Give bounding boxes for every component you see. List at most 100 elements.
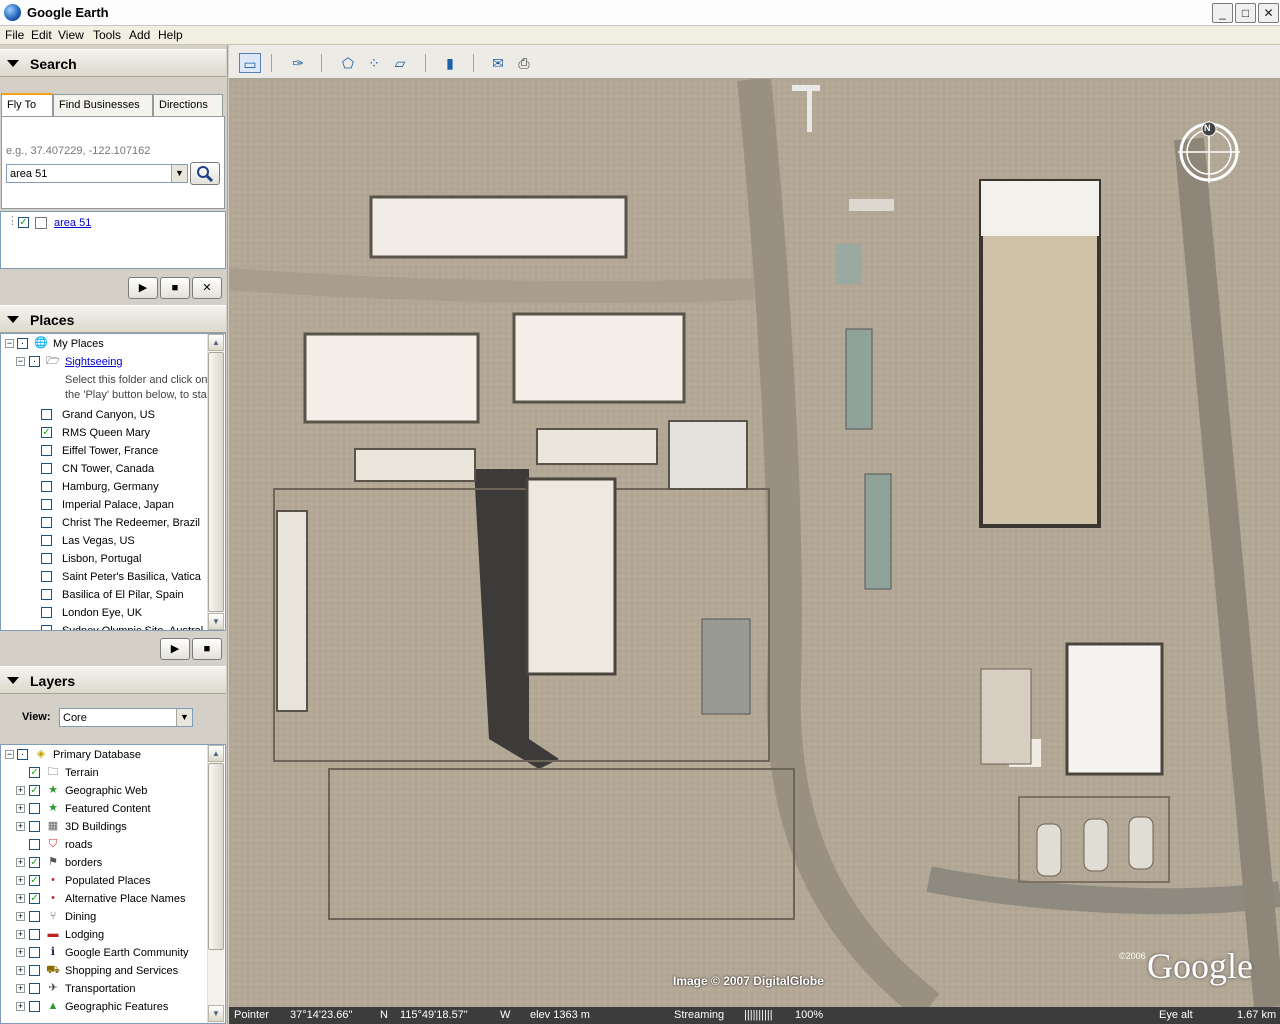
scroll-thumb[interactable] [208, 352, 224, 612]
item-checkbox[interactable] [41, 409, 52, 420]
item-checkbox[interactable] [41, 463, 52, 474]
menu-edit[interactable]: Edit [31, 28, 52, 42]
layer-checkbox[interactable] [29, 911, 40, 922]
satellite-map-view[interactable]: N Image © 2007 DigitalGlobe ©2006 Google [229, 79, 1280, 1007]
email-button[interactable]: ✉ [487, 53, 509, 73]
menu-file[interactable]: File [5, 28, 24, 42]
expand-toggle[interactable]: + [16, 876, 25, 885]
menu-add[interactable]: Add [129, 28, 150, 42]
chevron-down-icon[interactable]: ▼ [176, 709, 192, 726]
expand-toggle[interactable]: + [16, 894, 25, 903]
item-checkbox[interactable] [41, 481, 52, 492]
toggle-sidebar-button[interactable]: ▭ [239, 53, 261, 73]
tab-find-businesses[interactable]: Find Businesses [53, 94, 153, 116]
places-scrollbar[interactable]: ▲ ▼ [207, 334, 224, 630]
maximize-button[interactable]: □ [1235, 3, 1256, 23]
search-result-item[interactable]: ⋮ ✓ area 51 [1, 214, 206, 232]
layer-item[interactable]: + ✓ • Populated Places [1, 872, 206, 890]
layer-item[interactable]: ✓ 🗀 Terrain [1, 764, 206, 782]
expand-toggle[interactable]: + [16, 804, 25, 813]
expand-toggle[interactable]: + [16, 930, 25, 939]
tab-fly-to[interactable]: Fly To [1, 93, 53, 117]
expand-toggle[interactable]: + [16, 822, 25, 831]
layers-scrollbar[interactable]: ▲ ▼ [207, 745, 224, 1023]
expand-toggle[interactable]: + [16, 966, 25, 975]
layer-checkbox[interactable] [29, 965, 40, 976]
places-root[interactable]: − · 🌐 My Places [1, 335, 206, 353]
layer-checkbox[interactable]: ✓ [29, 767, 40, 778]
layer-checkbox[interactable] [29, 983, 40, 994]
list-item[interactable]: Eiffel Tower, France [1, 442, 206, 460]
layer-checkbox[interactable] [29, 839, 40, 850]
add-placemark-button[interactable]: ✑ [287, 53, 309, 73]
places-panel-header[interactable]: Places [0, 305, 226, 333]
item-checkbox[interactable] [41, 571, 52, 582]
layers-panel-header[interactable]: Layers [0, 666, 226, 694]
layer-item[interactable]: + ✓ ★ Geographic Web [1, 782, 206, 800]
collapse-toggle[interactable]: − [16, 357, 25, 366]
expand-toggle[interactable]: + [16, 786, 25, 795]
list-item[interactable]: Las Vegas, US [1, 532, 206, 550]
expand-toggle[interactable]: + [16, 1002, 25, 1011]
list-item[interactable]: CN Tower, Canada [1, 460, 206, 478]
fly-to-input[interactable]: area 51 ▼ [6, 164, 188, 183]
stop-tour-button[interactable]: ■ [160, 277, 190, 299]
list-item[interactable]: Lisbon, Portugal [1, 550, 206, 568]
list-item[interactable]: Imperial Palace, Japan [1, 496, 206, 514]
add-polygon-button[interactable]: ⬠ [337, 53, 359, 73]
item-checkbox[interactable] [41, 607, 52, 618]
layers-root[interactable]: − · ◈ Primary Database [1, 746, 206, 764]
layers-view-select[interactable]: Core ▼ [59, 708, 193, 727]
expand-toggle[interactable]: + [16, 912, 25, 921]
result-link[interactable]: area 51 [54, 217, 91, 229]
layer-checkbox[interactable]: ✓ [29, 785, 40, 796]
layer-checkbox[interactable] [29, 821, 40, 832]
print-button[interactable]: ⎙ [513, 53, 535, 73]
expand-toggle[interactable]: + [16, 984, 25, 993]
scroll-up-arrow-icon[interactable]: ▲ [208, 334, 224, 351]
menu-tools[interactable]: Tools [93, 28, 121, 42]
layer-checkbox[interactable] [29, 929, 40, 940]
expand-toggle[interactable]: + [16, 858, 25, 867]
scroll-up-arrow-icon[interactable]: ▲ [208, 745, 224, 762]
search-panel-header[interactable]: Search [0, 49, 226, 77]
layer-checkbox[interactable]: ✓ [29, 893, 40, 904]
layer-item[interactable]: + ✓ ⚑ borders [1, 854, 206, 872]
list-item[interactable]: Hamburg, Germany [1, 478, 206, 496]
layer-checkbox[interactable] [29, 1001, 40, 1012]
root-checkbox[interactable]: · [17, 749, 28, 760]
layer-item[interactable]: + ℹ Google Earth Community [1, 944, 206, 962]
layer-checkbox[interactable]: ✓ [29, 857, 40, 868]
add-overlay-button[interactable]: ▱ [389, 53, 411, 73]
list-item[interactable]: Christ The Redeemer, Brazil [1, 514, 206, 532]
menu-view[interactable]: View [58, 28, 84, 42]
item-checkbox[interactable] [41, 517, 52, 528]
chevron-down-icon[interactable]: ▼ [171, 165, 187, 182]
layer-item[interactable]: + ▬ Lodging [1, 926, 206, 944]
layer-item[interactable]: + ⛟ Shopping and Services [1, 962, 206, 980]
menu-help[interactable]: Help [158, 28, 183, 42]
layer-item[interactable]: + ✓ • Alternative Place Names [1, 890, 206, 908]
scroll-down-arrow-icon[interactable]: ▼ [208, 613, 224, 630]
item-checkbox[interactable]: ✓ [41, 427, 52, 438]
collapse-toggle[interactable]: − [5, 339, 14, 348]
sightseeing-link[interactable]: Sightseeing [65, 356, 123, 368]
search-go-button[interactable] [190, 162, 220, 185]
tab-directions[interactable]: Directions [153, 94, 223, 116]
item-checkbox[interactable] [41, 553, 52, 564]
layer-item[interactable]: + ✈ Transportation [1, 980, 206, 998]
layer-item[interactable]: + ★ Featured Content [1, 800, 206, 818]
list-item[interactable]: Sydney Olympic Site, Austral [1, 622, 206, 630]
result-checkbox[interactable]: ✓ [18, 217, 29, 228]
list-item[interactable]: ✓ RMS Queen Mary [1, 424, 206, 442]
play-tour-button[interactable]: ▶ [128, 277, 158, 299]
layer-item[interactable]: + ⑂ Dining [1, 908, 206, 926]
item-checkbox[interactable] [41, 589, 52, 600]
ruler-button[interactable]: ▮ [439, 53, 461, 73]
add-path-button[interactable]: ⁘ [363, 53, 385, 73]
expand-toggle[interactable]: + [16, 948, 25, 957]
stop-tour-button[interactable]: ■ [192, 638, 222, 660]
layer-checkbox[interactable] [29, 803, 40, 814]
scroll-thumb[interactable] [208, 763, 224, 950]
layer-item[interactable]: ⛉ roads [1, 836, 206, 854]
